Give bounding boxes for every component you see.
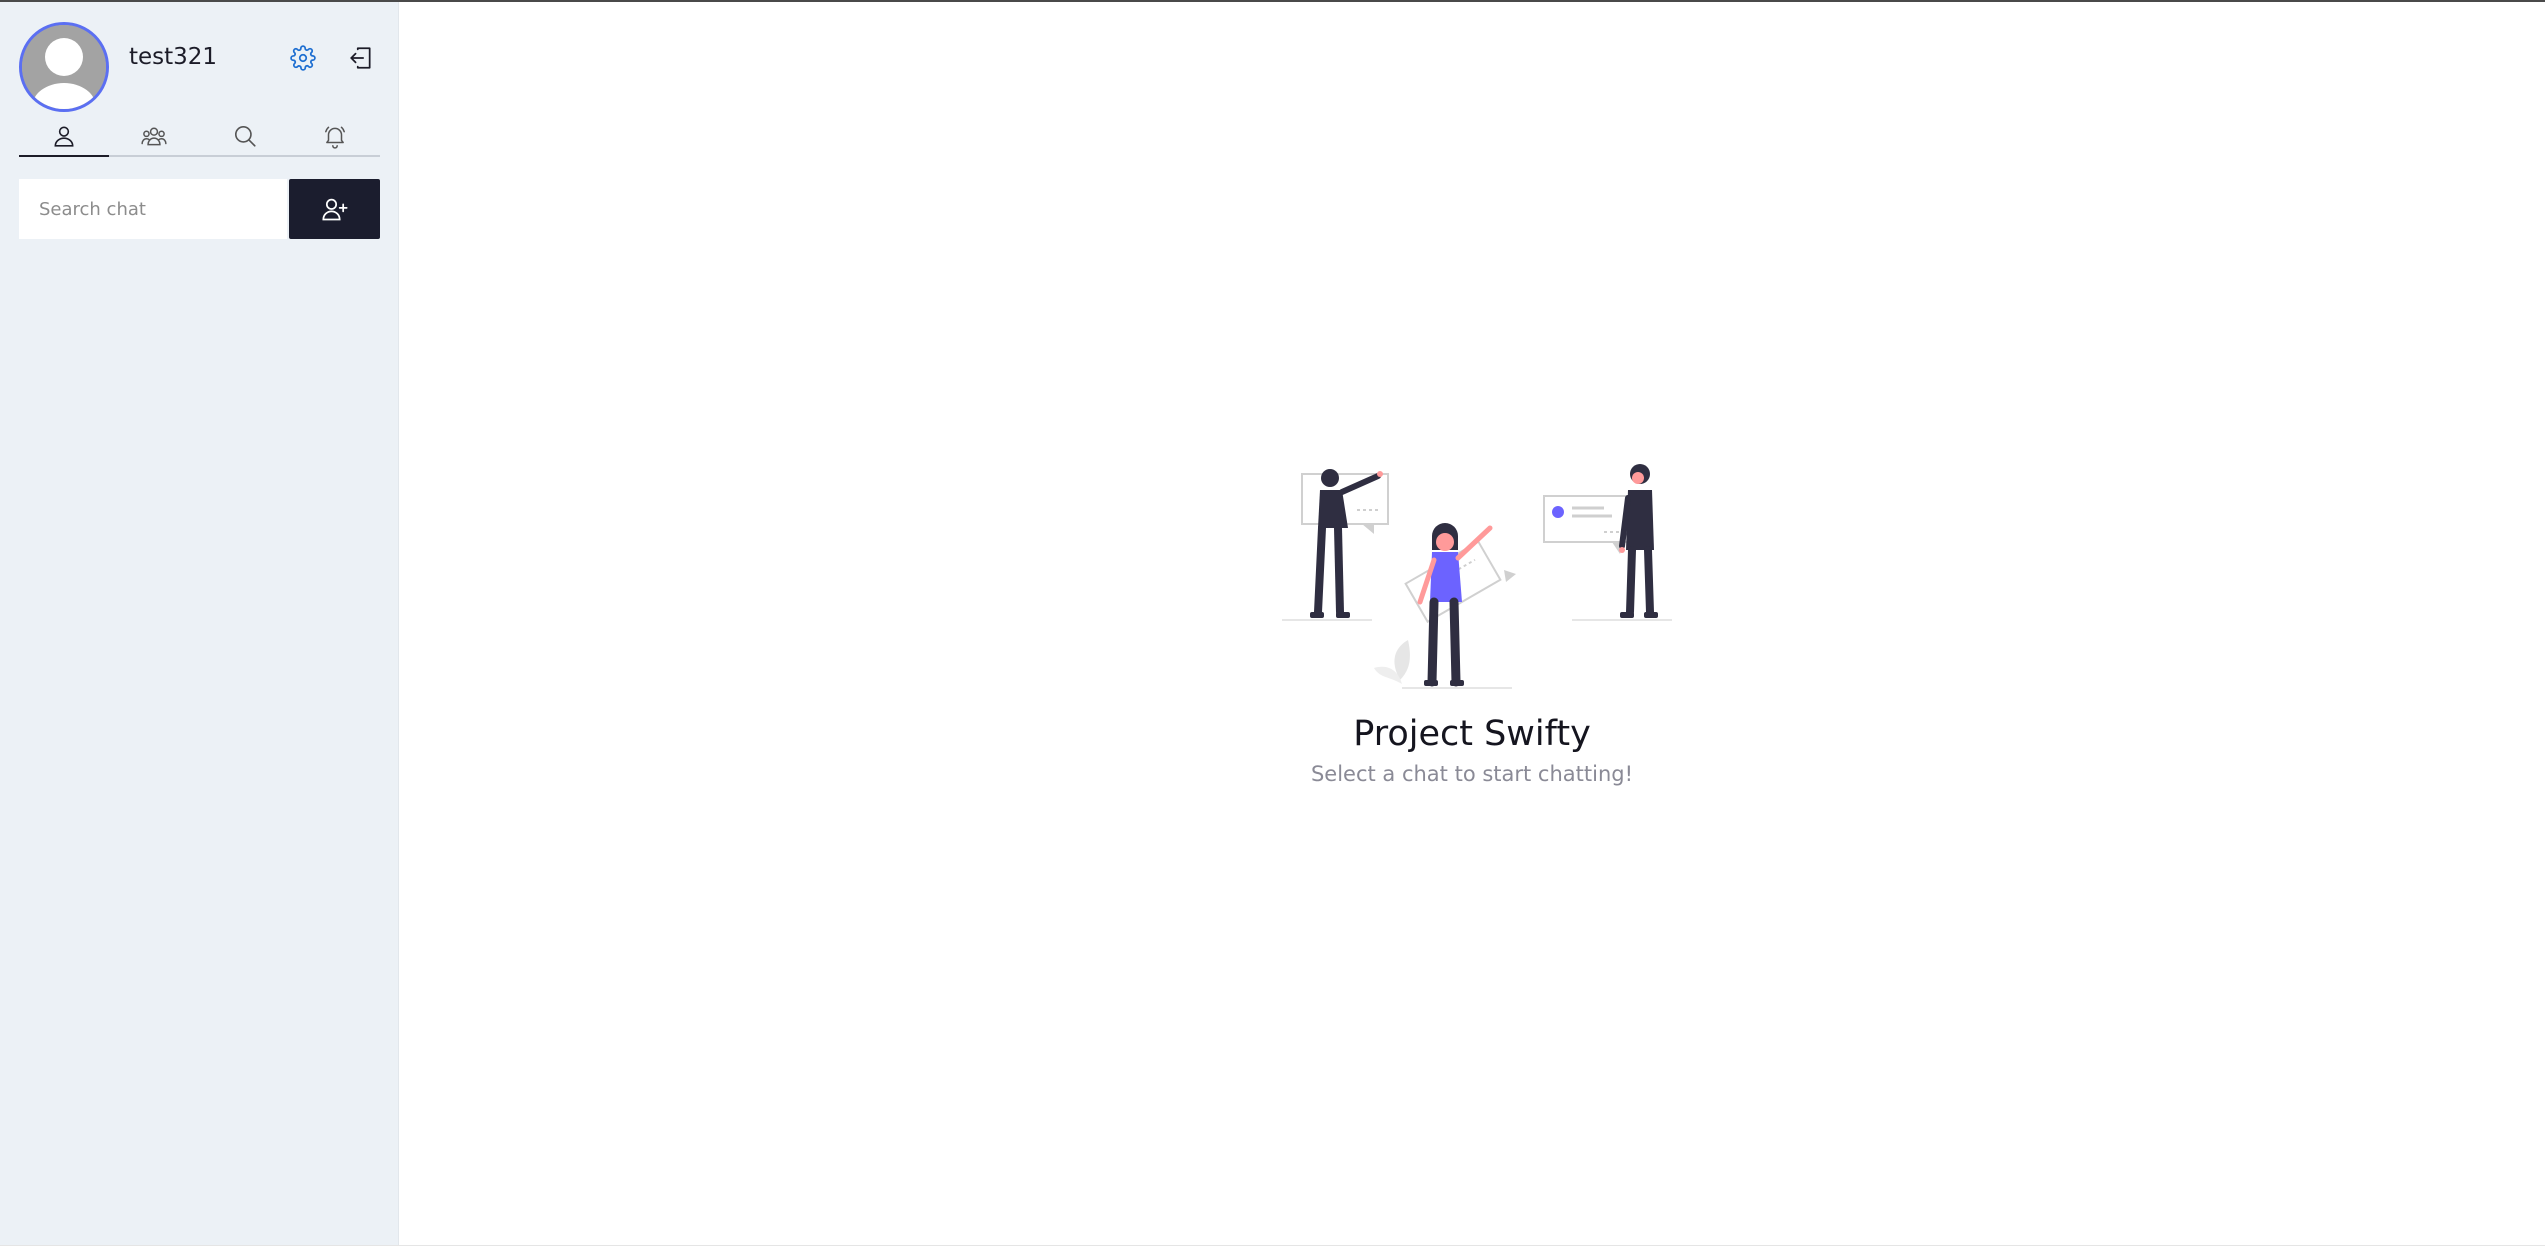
settings-button[interactable] bbox=[283, 38, 323, 78]
group-icon bbox=[141, 127, 167, 146]
tab-notifications[interactable] bbox=[290, 117, 380, 155]
empty-chat-state: Project Swifty Select a chat to start ch… bbox=[1262, 462, 1682, 802]
chat-people-illustration-icon bbox=[1282, 464, 1672, 689]
tab-search[interactable] bbox=[200, 117, 290, 155]
tab-chats[interactable] bbox=[19, 117, 110, 157]
avatar[interactable] bbox=[19, 22, 109, 112]
sidebar-tabs bbox=[19, 117, 380, 157]
bottom-edge bbox=[0, 1245, 2545, 1253]
search-row bbox=[19, 179, 380, 239]
empty-state-subtitle: Select a chat to start chatting! bbox=[1310, 762, 1634, 786]
username: test321 bbox=[129, 44, 218, 70]
search-input[interactable] bbox=[19, 179, 287, 239]
app-window: test321 Search chat Project Swifty Selec… bbox=[0, 0, 2545, 1253]
bell-icon bbox=[324, 126, 345, 149]
logout-icon bbox=[350, 47, 371, 69]
add-user-button[interactable] bbox=[289, 179, 380, 239]
tab-groups[interactable] bbox=[109, 117, 199, 155]
add-user-icon bbox=[321, 198, 348, 221]
sidebar: test321 bbox=[0, 2, 399, 1245]
gear-icon bbox=[290, 45, 316, 71]
user-avatar-placeholder-icon bbox=[22, 25, 106, 109]
profile-header: test321 bbox=[19, 22, 381, 112]
search-icon bbox=[234, 125, 256, 147]
empty-state-title: Project Swifty bbox=[1353, 714, 1591, 754]
user-icon bbox=[54, 126, 74, 147]
logout-button[interactable] bbox=[341, 38, 381, 78]
